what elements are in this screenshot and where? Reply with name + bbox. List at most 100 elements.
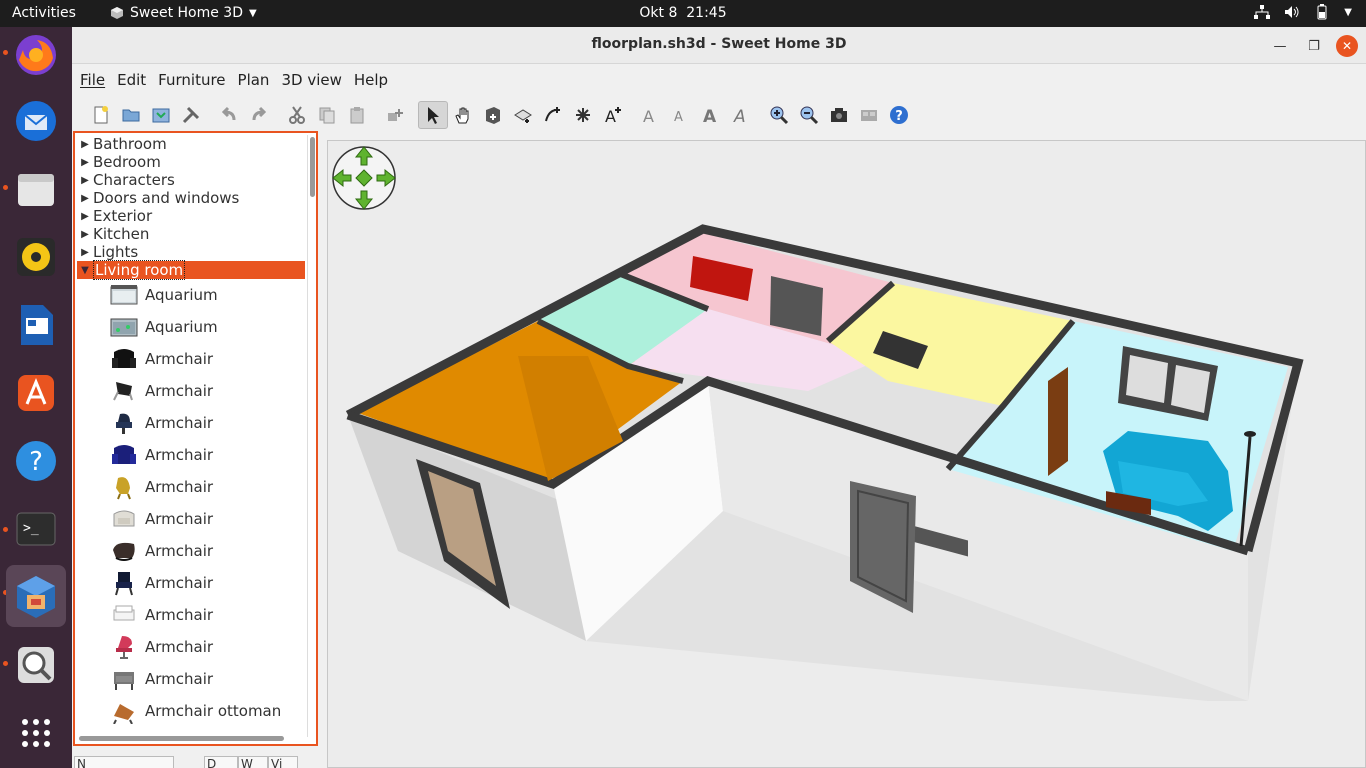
- category-bedroom[interactable]: ▶ Bedroom: [77, 153, 305, 171]
- catalog-item[interactable]: Armchair ottoman: [77, 695, 305, 727]
- catalog-vertical-scrollbar[interactable]: [307, 135, 315, 737]
- catalog-item[interactable]: Armchair: [77, 663, 305, 695]
- catalog-item-label: Armchair: [145, 670, 214, 688]
- activities-button[interactable]: Activities: [12, 5, 76, 21]
- column-header-depth[interactable]: D: [204, 756, 238, 768]
- category-kitchen[interactable]: ▶ Kitchen: [77, 225, 305, 243]
- app-center-launcher[interactable]: [8, 365, 64, 421]
- increase-text-size-button[interactable]: A: [636, 101, 666, 129]
- catalog-item[interactable]: Armchair: [77, 535, 305, 567]
- libreoffice-impress-launcher[interactable]: [8, 297, 64, 353]
- minimize-button[interactable]: —: [1269, 35, 1291, 57]
- zoom-out-button[interactable]: [794, 101, 824, 129]
- firefox-launcher[interactable]: [8, 27, 64, 83]
- cut-button[interactable]: [282, 101, 312, 129]
- expand-triangle-icon[interactable]: ▶: [77, 211, 93, 222]
- help-launcher[interactable]: ?: [8, 433, 64, 489]
- menu-plan[interactable]: Plan: [234, 71, 274, 89]
- sweethome3d-launcher[interactable]: [6, 565, 66, 627]
- category-living-room[interactable]: ▼ Living room: [77, 260, 305, 280]
- catalog-item[interactable]: Aquarium: [77, 311, 305, 343]
- expand-triangle-icon[interactable]: ▶: [77, 193, 93, 204]
- 3d-view[interactable]: [327, 140, 1366, 768]
- armchair-icon: [109, 601, 139, 629]
- add-text-button[interactable]: A: [598, 101, 628, 129]
- catalog-item[interactable]: Armchair: [77, 407, 305, 439]
- terminal-launcher[interactable]: >_: [8, 501, 64, 557]
- create-dimensions-button[interactable]: [568, 101, 598, 129]
- app-center-icon: [18, 375, 54, 411]
- catalog-horizontal-scrollbar[interactable]: [77, 734, 305, 742]
- redo-button[interactable]: [244, 101, 274, 129]
- pan-mode-button[interactable]: [448, 101, 478, 129]
- undo-button[interactable]: [214, 101, 244, 129]
- battery-icon: [1317, 4, 1327, 20]
- show-applications-button[interactable]: [8, 705, 64, 761]
- column-header-visible[interactable]: Vi: [268, 756, 298, 768]
- navigation-control[interactable]: [332, 146, 396, 210]
- menu-furniture[interactable]: Furniture: [154, 71, 229, 89]
- category-characters[interactable]: ▶ Characters: [77, 171, 305, 189]
- menu-edit[interactable]: Edit: [113, 71, 150, 89]
- menu-help[interactable]: Help: [350, 71, 392, 89]
- rhythmbox-launcher[interactable]: [8, 229, 64, 285]
- expand-triangle-icon[interactable]: ▶: [77, 175, 93, 186]
- save-button[interactable]: [146, 101, 176, 129]
- menu-3d-view[interactable]: 3D view: [277, 71, 345, 89]
- maximize-button[interactable]: ❐: [1303, 35, 1325, 57]
- column-header-width[interactable]: W: [238, 756, 268, 768]
- expand-triangle-icon[interactable]: ▶: [77, 247, 93, 258]
- zoom-in-button[interactable]: [764, 101, 794, 129]
- catalog-item[interactable]: Armchair: [77, 567, 305, 599]
- column-header-name[interactable]: N: [74, 756, 174, 768]
- expand-triangle-icon[interactable]: ▶: [77, 139, 93, 150]
- category-doors-and-windows[interactable]: ▶ Doors and windows: [77, 189, 305, 207]
- 3d-house-render[interactable]: [328, 141, 1366, 768]
- create-walls-button[interactable]: [478, 101, 508, 129]
- armchair-icon: [109, 505, 139, 533]
- files-launcher[interactable]: [8, 161, 64, 217]
- close-button[interactable]: ✕: [1336, 35, 1358, 57]
- catalog-item[interactable]: Armchair: [77, 599, 305, 631]
- catalog-item[interactable]: Armchair: [77, 375, 305, 407]
- scrollbar-thumb[interactable]: [79, 736, 284, 741]
- create-photo-button[interactable]: [824, 101, 854, 129]
- catalog-item[interactable]: Armchair: [77, 471, 305, 503]
- create-polylines-button[interactable]: [538, 101, 568, 129]
- catalog-item[interactable]: Aquarium: [77, 279, 305, 311]
- new-home-button[interactable]: [86, 101, 116, 129]
- preferences-button[interactable]: [176, 101, 206, 129]
- catalog-item-label: Armchair: [145, 414, 214, 432]
- add-furniture-button[interactable]: [380, 101, 410, 129]
- expand-triangle-icon[interactable]: ▶: [77, 229, 93, 240]
- title-bar[interactable]: floorplan.sh3d - Sweet Home 3D — ❐ ✕: [72, 27, 1366, 64]
- bold-text-button[interactable]: A: [696, 101, 726, 129]
- create-rooms-button[interactable]: [508, 101, 538, 129]
- create-video-button[interactable]: [854, 101, 884, 129]
- help-button[interactable]: ?: [884, 101, 914, 129]
- image-viewer-launcher[interactable]: [8, 637, 64, 693]
- system-tray[interactable]: ▼: [1254, 4, 1352, 20]
- paste-button[interactable]: [342, 101, 372, 129]
- expand-triangle-icon[interactable]: ▶: [77, 157, 93, 168]
- catalog-item[interactable]: Armchair: [77, 439, 305, 471]
- scrollbar-thumb[interactable]: [310, 137, 315, 197]
- category-bathroom[interactable]: ▶ Bathroom: [77, 135, 305, 153]
- category-lights[interactable]: ▶ Lights: [77, 243, 305, 261]
- open-button[interactable]: [116, 101, 146, 129]
- italic-text-button[interactable]: A: [726, 101, 756, 129]
- collapse-triangle-icon[interactable]: ▼: [77, 265, 93, 276]
- copy-button[interactable]: [312, 101, 342, 129]
- select-mode-button[interactable]: [418, 101, 448, 129]
- catalog-item[interactable]: Armchair: [77, 343, 305, 375]
- catalog-item[interactable]: Armchair: [77, 631, 305, 663]
- decrease-text-size-button[interactable]: A: [666, 101, 696, 129]
- furniture-catalog[interactable]: ▶ Bathroom ▶ Bedroom ▶ Characters ▶ Doors an…: [73, 131, 318, 746]
- app-menu[interactable]: Sweet Home 3D ▼: [110, 5, 257, 21]
- thunderbird-launcher[interactable]: [8, 93, 64, 149]
- menu-file[interactable]: File: [76, 71, 109, 89]
- network-icon: [1254, 5, 1271, 19]
- catalog-item-label: Armchair: [145, 510, 214, 528]
- category-exterior[interactable]: ▶ Exterior: [77, 207, 305, 225]
- catalog-item[interactable]: Armchair: [77, 503, 305, 535]
